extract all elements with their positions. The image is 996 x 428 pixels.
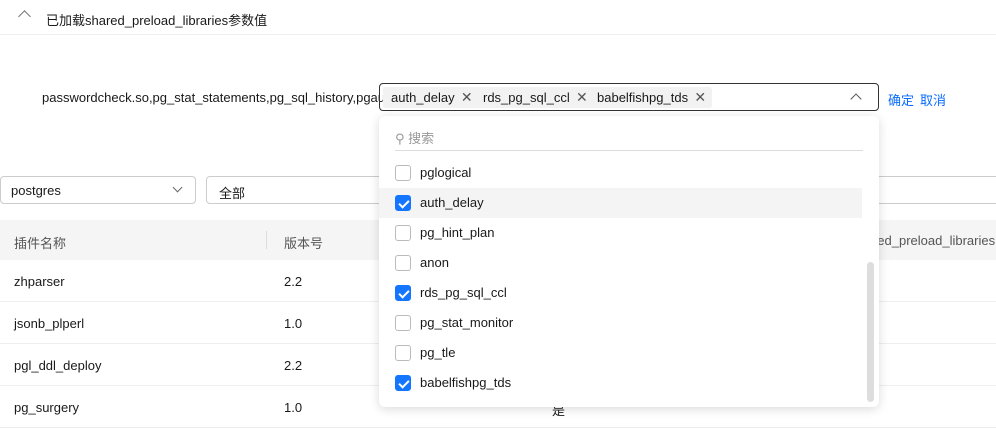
chevron-down-icon [172,182,183,193]
header-version: 版本号 [284,236,324,251]
checkbox[interactable] [395,375,411,391]
tag: rds_pg_sql_ccl ✕ [475,87,594,108]
column-divider[interactable] [266,231,267,249]
cell-version: 2.2 [284,358,303,373]
divider [395,150,863,151]
close-icon[interactable]: ✕ [576,87,588,108]
option-label: pglogical [420,165,472,180]
option-label: pg_tle [420,345,456,360]
checkbox[interactable] [395,195,411,211]
checkbox[interactable] [395,315,411,331]
section-header[interactable]: 已加载shared_preload_libraries参数值 [0,0,996,35]
checkbox[interactable] [395,285,411,301]
tag-label: babelfishpg_tds [597,90,689,105]
tag-label: rds_pg_sql_ccl [483,90,570,105]
cell-name: pgl_ddl_deploy [14,358,102,373]
option-item[interactable]: auth_delay [379,188,862,218]
checkbox[interactable] [395,345,411,361]
database-value: postgres [11,183,61,198]
option-item[interactable]: pg_hint_plan [379,218,862,248]
cell-version: 1.0 [284,316,303,331]
cell-version: 2.2 [284,274,303,289]
tag-label: auth_delay [391,90,455,105]
search-input[interactable]: ⚲ 搜索 [395,128,434,147]
checkbox[interactable] [395,225,411,241]
cell-name: pg_surgery [14,400,80,415]
option-label: rds_pg_sql_ccl [420,285,507,300]
scrollbar[interactable] [867,262,874,402]
option-label: auth_delay [420,195,484,210]
option-item[interactable]: pg_stat_monitor [379,308,862,338]
checkbox[interactable] [395,255,411,271]
option-item[interactable]: babelfishpg_tds [379,368,862,398]
current-value: passwordcheck.so,pg_stat_statements,pg_s… [42,90,399,105]
option-item[interactable]: rds_pg_sql_ccl [379,278,862,308]
option-label: anon [420,255,449,270]
close-icon[interactable]: ✕ [461,87,473,108]
close-icon[interactable]: ✕ [694,87,706,108]
library-multiselect[interactable]: auth_delay ✕ rds_pg_sql_ccl ✕ babelfishpg_… [379,83,879,111]
status-value: 全部 [219,186,246,201]
option-item[interactable]: anon [379,248,862,278]
cell-version: 1.0 [284,400,303,415]
option-item[interactable]: pglogical [379,158,862,188]
option-label: babelfishpg_tds [420,375,512,390]
cancel-button[interactable]: 取消 [920,90,946,109]
search-placeholder: 搜索 [408,131,435,146]
tag: babelfishpg_tds ✕ [589,87,713,108]
section-title: 已加载shared_preload_libraries参数值 [46,13,268,28]
cell-name: jsonb_plperl [14,316,85,331]
library-dropdown: ⚲ 搜索 pglogical auth_delay pg_hint_plananon… [379,116,879,407]
option-item[interactable]: pg_tle [379,338,862,368]
option-label: pg_hint_plan [420,225,495,240]
search-icon: ⚲ [395,131,405,146]
checkbox[interactable] [395,165,411,181]
header-name: 插件名称 [14,236,67,251]
cell-name: zhparser [14,274,65,289]
database-select[interactable]: postgres [0,176,196,204]
option-label: pg_stat_monitor [420,315,514,330]
tag: auth_delay ✕ [383,87,479,108]
chevron-up-icon[interactable] [850,93,862,105]
chevron-up-icon[interactable] [18,10,31,23]
confirm-button[interactable]: 确定 [888,90,914,109]
